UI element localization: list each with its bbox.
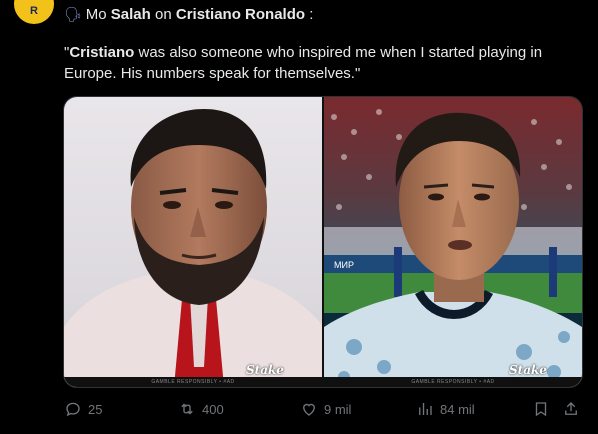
heart-icon: [303, 403, 315, 416]
repost-button[interactable]: 400: [178, 400, 224, 418]
views-icon: [419, 403, 432, 415]
board-text: МИР: [334, 260, 354, 270]
header-suffix: :: [305, 6, 314, 23]
media-image-right[interactable]: МИР Stake GAMBLE RESPONSIBLY • #AD: [324, 97, 582, 387]
quote-rest: was also someone who inspired me when I …: [64, 44, 543, 82]
avatar-text: R: [30, 5, 38, 17]
stake-watermark-right: Stake: [509, 363, 547, 377]
repost-count: 400: [202, 401, 224, 417]
salah-portrait-image: [64, 109, 322, 387]
post-media[interactable]: Stake GAMBLE RESPONSIBLY • #AD МИР Stake…: [63, 96, 583, 388]
post-actions: 25 400 9 mil 84 mil: [64, 400, 584, 420]
post-quote: "Cristiano was also someone who inspired…: [64, 42, 584, 84]
header-object: Cristiano Ronaldo: [175, 6, 306, 23]
header-prefix: Mo: [85, 6, 111, 23]
reply-button[interactable]: 25: [64, 400, 102, 418]
author-avatar[interactable]: R: [14, 0, 54, 24]
header-subject: Salah: [110, 6, 151, 23]
share-icon: [565, 402, 577, 415]
views-count: 84 mil: [440, 401, 475, 417]
views-button[interactable]: 84 mil: [416, 400, 475, 418]
stake-watermark-left: Stake: [246, 363, 284, 377]
header-middle: on: [150, 6, 176, 23]
quote-name: Cristiano: [69, 44, 135, 61]
speaking-head-icon: 🗣: [64, 6, 82, 22]
like-count: 9 mil: [324, 401, 352, 417]
reply-count: 25: [88, 401, 103, 417]
post-header: 🗣 Mo Salah on Cristiano Ronaldo :: [64, 4, 313, 25]
like-button[interactable]: 9 mil: [300, 400, 351, 418]
repost-icon: [181, 403, 193, 415]
share-button[interactable]: [562, 400, 580, 418]
media-image-left[interactable]: Stake GAMBLE RESPONSIBLY • #AD: [64, 97, 322, 387]
reply-icon: [66, 402, 80, 417]
ronaldo-portrait-image: МИР: [324, 97, 582, 387]
bookmark-icon: [535, 402, 547, 417]
caption-right: GAMBLE RESPONSIBLY • #AD: [324, 377, 582, 387]
caption-left: GAMBLE RESPONSIBLY • #AD: [64, 377, 322, 387]
bookmark-button[interactable]: [532, 400, 550, 418]
